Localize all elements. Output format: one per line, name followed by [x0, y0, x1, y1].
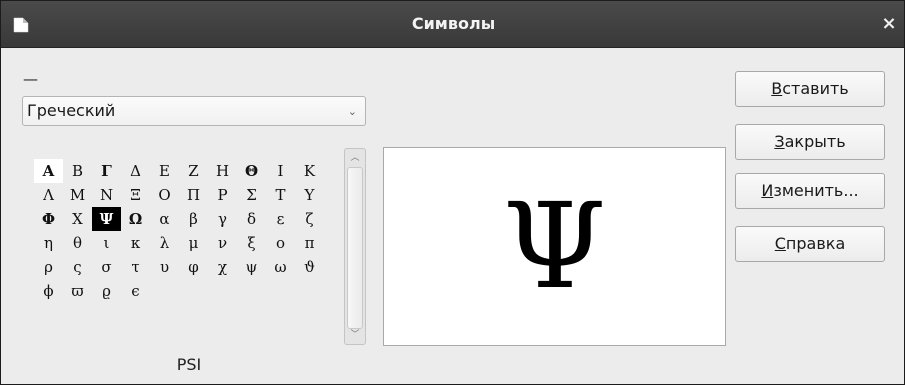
- symbol-cell[interactable]: Γ: [92, 159, 121, 183]
- symbol-grid-scrollbar[interactable]: ︿ ﹀: [344, 148, 366, 345]
- symbol-cell[interactable]: Β: [63, 159, 92, 183]
- symbol-cell[interactable]: Α: [34, 159, 63, 183]
- symbol-cell[interactable]: φ: [179, 255, 208, 279]
- symbol-cell[interactable]: ϑ: [295, 255, 324, 279]
- symbol-cell[interactable]: π: [295, 231, 324, 255]
- subset-selected-value: Греческий: [27, 101, 116, 120]
- symbol-cell[interactable]: ζ: [295, 207, 324, 231]
- symbol-cell[interactable]: σ: [92, 255, 121, 279]
- symbol-cell[interactable]: κ: [121, 231, 150, 255]
- symbol-cell[interactable]: Ν: [92, 183, 121, 207]
- symbol-cell[interactable]: Λ: [34, 183, 63, 207]
- subset-dropdown[interactable]: Греческий ⌄: [22, 96, 366, 126]
- symbol-cell[interactable]: Κ: [295, 159, 324, 183]
- scroll-up-button[interactable]: ︿: [345, 149, 365, 167]
- symbol-cell[interactable]: ϵ: [121, 279, 150, 303]
- symbol-cell[interactable]: ω: [266, 255, 295, 279]
- symbol-cell[interactable]: α: [150, 207, 179, 231]
- insert-button-accesskey: В: [771, 79, 783, 98]
- symbol-cell[interactable]: ς: [63, 255, 92, 279]
- symbol-cell[interactable]: Δ: [121, 159, 150, 183]
- selected-character-name: PSI: [176, 355, 202, 374]
- symbol-cell[interactable]: ψ: [237, 255, 266, 279]
- close-button[interactable]: Закрыть: [735, 124, 885, 160]
- symbol-cell[interactable]: Ζ: [179, 159, 208, 183]
- insert-button[interactable]: Вставить: [735, 71, 885, 107]
- symbol-cell[interactable]: Ι: [266, 159, 295, 183]
- symbol-cell[interactable]: Χ: [63, 207, 92, 231]
- symbol-cell[interactable]: Ε: [150, 159, 179, 183]
- close-button-label: акрыть: [784, 132, 846, 151]
- title-bar: Символы ×: [1, 1, 904, 48]
- symbol-cell[interactable]: Μ: [63, 183, 92, 207]
- symbol-cell[interactable]: Ο: [150, 183, 179, 207]
- symbol-cell[interactable]: μ: [179, 231, 208, 255]
- symbol-cell[interactable]: η: [34, 231, 63, 255]
- symbol-preview: Ψ: [383, 147, 726, 346]
- symbol-cell[interactable]: γ: [208, 207, 237, 231]
- symbol-cell[interactable]: υ: [150, 255, 179, 279]
- symbol-cell[interactable]: Π: [179, 183, 208, 207]
- close-button-accesskey: З: [774, 132, 785, 151]
- help-button-accesskey: С: [774, 234, 786, 253]
- modify-button-accesskey: И: [761, 181, 774, 200]
- symbol-cell[interactable]: τ: [121, 255, 150, 279]
- symbol-cell[interactable]: Φ: [34, 207, 63, 231]
- symbol-cell[interactable]: ϱ: [92, 279, 121, 303]
- chevron-down-icon: ⌄: [347, 105, 357, 118]
- symbol-cell[interactable]: λ: [150, 231, 179, 255]
- symbol-cell[interactable]: δ: [237, 207, 266, 231]
- window-title: Символы: [411, 14, 496, 33]
- scroll-thumb[interactable]: [347, 167, 363, 329]
- insert-button-label: ставить: [782, 79, 849, 98]
- symbol-cell[interactable]: ϖ: [63, 279, 92, 303]
- symbol-cell[interactable]: θ: [63, 231, 92, 255]
- modify-button[interactable]: Изменить...: [735, 173, 885, 209]
- symbol-grid: ΑΒΓΔΕΖΗΘΙΚ ΛΜΝΞΟΠΡΣΤΥ ΦΧΨΩαβγδεζ ηθικλμνξοπ…: [34, 159, 324, 303]
- symbol-cell[interactable]: ο: [266, 231, 295, 255]
- symbol-cell[interactable]: ι: [92, 231, 121, 255]
- help-button[interactable]: Справка: [735, 226, 885, 262]
- symbol-cell[interactable]: Τ: [266, 183, 295, 207]
- symbol-cell[interactable]: Ψ: [92, 207, 121, 231]
- symbol-cell[interactable]: ρ: [34, 255, 63, 279]
- symbol-cell[interactable]: Ω: [121, 207, 150, 231]
- symbol-cell[interactable]: ξ: [237, 231, 266, 255]
- close-window-button[interactable]: ×: [878, 12, 900, 36]
- symbol-cell[interactable]: Υ: [295, 183, 324, 207]
- help-button-label: правка: [785, 234, 846, 253]
- symbol-cell[interactable]: Σ: [237, 183, 266, 207]
- symbol-cell[interactable]: β: [179, 207, 208, 231]
- preview-glyph: Ψ: [502, 177, 607, 315]
- special-characters-dialog: Символы × — Греческий ⌄ ΑΒΓΔΕΖΗΘΙΚ ΛΜΝΞΟΠ…: [0, 0, 905, 385]
- font-name-label: —: [23, 70, 38, 88]
- symbol-cell[interactable]: Ξ: [121, 183, 150, 207]
- scroll-down-button[interactable]: ﹀: [345, 326, 365, 344]
- symbol-cell[interactable]: χ: [208, 255, 237, 279]
- symbol-cell[interactable]: ν: [208, 231, 237, 255]
- symbol-cell[interactable]: ε: [266, 207, 295, 231]
- symbol-cell[interactable]: ϕ: [34, 279, 63, 303]
- symbol-cell[interactable]: Ρ: [208, 183, 237, 207]
- symbol-cell[interactable]: Θ: [237, 159, 266, 183]
- symbol-cell[interactable]: Η: [208, 159, 237, 183]
- modify-button-label: зменить...: [773, 181, 859, 200]
